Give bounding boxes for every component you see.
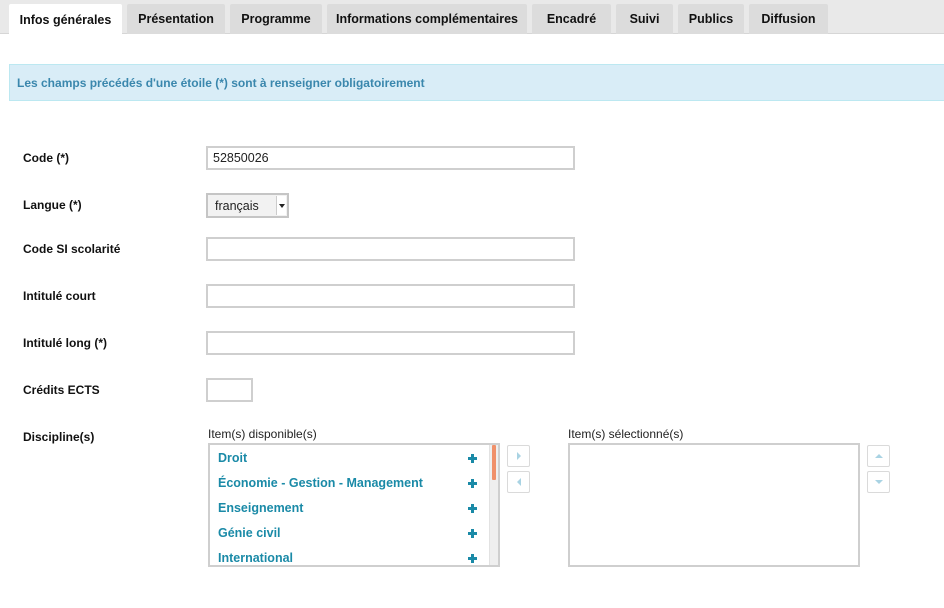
plus-icon[interactable] (468, 504, 477, 513)
available-items-list[interactable]: Droit Économie - Gestion - Management En… (208, 443, 500, 567)
selected-items-title: Item(s) sélectionné(s) (568, 427, 684, 441)
plus-icon[interactable] (468, 479, 477, 488)
tab-publics[interactable]: Publics (678, 4, 744, 34)
list-scrollbar[interactable] (489, 445, 498, 565)
tab-infos-generales[interactable]: Infos générales (9, 4, 122, 35)
tab-diffusion[interactable]: Diffusion (749, 4, 828, 34)
list-item[interactable]: Enseignement (218, 501, 303, 515)
tab-bar: Infos générales Présentation Programme I… (0, 0, 944, 35)
scrollbar-thumb[interactable] (492, 445, 496, 480)
intitule-court-input[interactable] (206, 284, 575, 308)
tab-programme[interactable]: Programme (230, 4, 322, 34)
credits-ects-input[interactable] (206, 378, 253, 402)
move-right-button[interactable] (507, 445, 530, 467)
tab-encadre[interactable]: Encadré (532, 4, 611, 34)
arrow-right-icon (516, 452, 521, 460)
intitule-court-label: Intitulé court (23, 289, 96, 303)
arrow-left-icon (516, 478, 521, 486)
move-up-button[interactable] (867, 445, 890, 467)
langue-select[interactable]: français (206, 193, 289, 218)
code-si-label: Code SI scolarité (23, 242, 121, 256)
plus-icon[interactable] (468, 554, 477, 563)
list-item[interactable]: Droit (218, 451, 247, 465)
list-item[interactable]: Économie - Gestion - Management (218, 476, 423, 490)
intitule-long-input[interactable] (206, 331, 575, 355)
tab-presentation[interactable]: Présentation (127, 4, 225, 34)
notice-text: Les champs précédés d'une étoile (*) son… (17, 75, 425, 90)
tab-informations-complementaires[interactable]: Informations complémentaires (327, 4, 527, 34)
move-down-button[interactable] (867, 471, 890, 493)
code-input[interactable] (206, 146, 575, 170)
plus-icon[interactable] (468, 454, 477, 463)
code-label: Code (*) (23, 151, 69, 165)
available-items-title: Item(s) disponible(s) (208, 427, 317, 441)
intitule-long-label: Intitulé long (*) (23, 336, 107, 350)
tab-suivi[interactable]: Suivi (616, 4, 673, 34)
discipline-label: Discipline(s) (23, 430, 95, 444)
move-left-button[interactable] (507, 471, 530, 493)
list-item[interactable]: Génie civil (218, 526, 281, 540)
langue-selected-value: français (215, 198, 259, 213)
chevron-down-icon (276, 196, 286, 215)
required-fields-notice: Les champs précédés d'une étoile (*) son… (9, 64, 944, 101)
arrow-down-icon (874, 480, 883, 484)
plus-icon[interactable] (468, 529, 477, 538)
arrow-up-icon (874, 454, 883, 458)
code-si-input[interactable] (206, 237, 575, 261)
langue-label: Langue (*) (23, 198, 82, 212)
credits-ects-label: Crédits ECTS (23, 383, 100, 397)
list-item[interactable]: International (218, 551, 293, 565)
selected-items-list[interactable] (568, 443, 860, 567)
